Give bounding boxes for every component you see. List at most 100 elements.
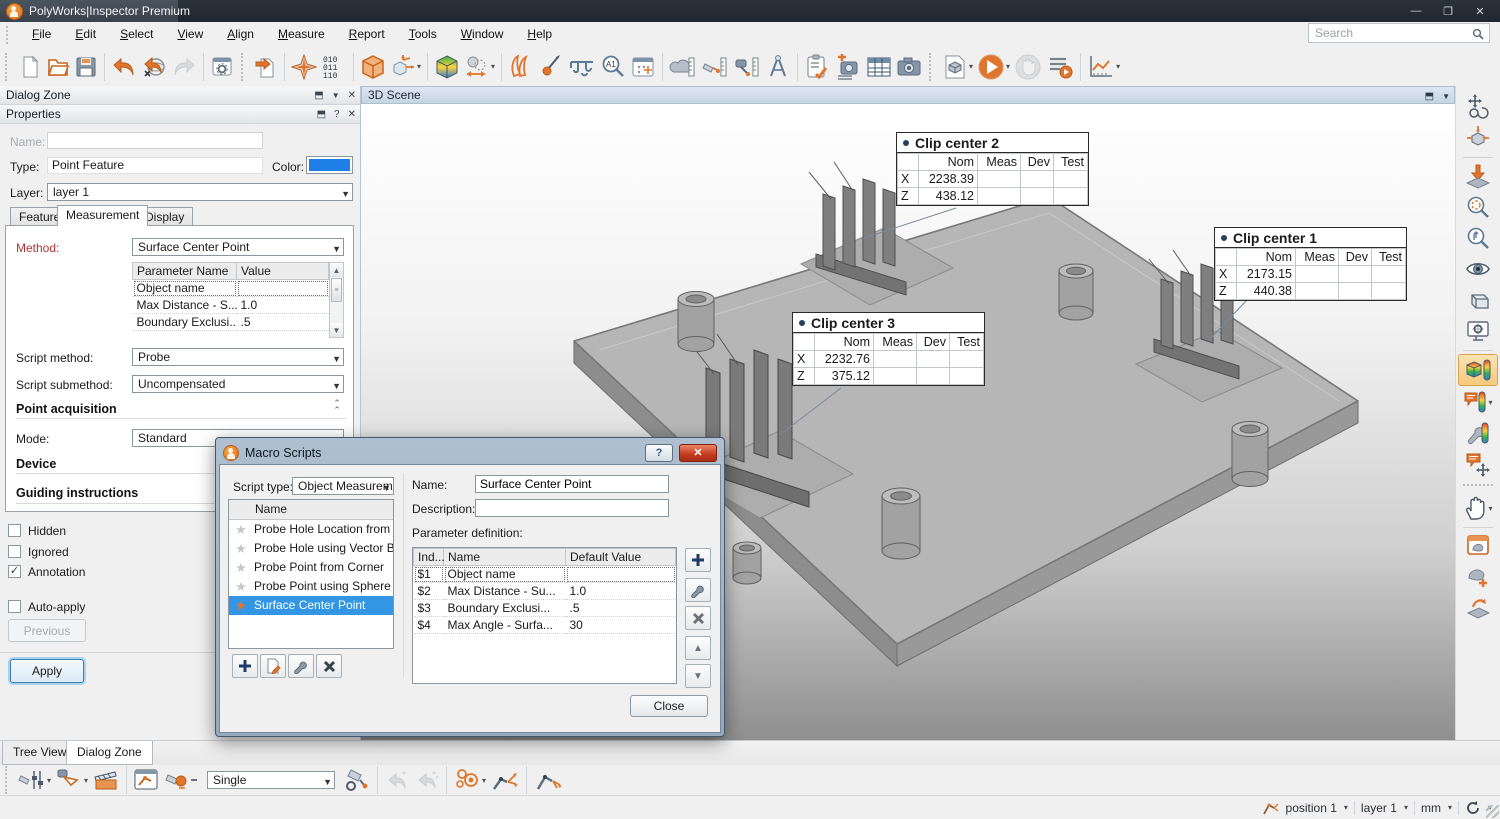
parameter-definition-table[interactable]: Ind...NameDefault Value $1Object name $2… xyxy=(412,547,677,684)
toolbar-grip[interactable] xyxy=(929,53,935,81)
menu-grip[interactable] xyxy=(6,26,12,44)
play-macro-button[interactable]: ▾ xyxy=(975,51,1012,83)
colormap-object-button[interactable] xyxy=(1458,354,1498,386)
script-list[interactable]: Name ★Probe Hole Location from 1 ... ★Pr… xyxy=(228,499,394,649)
chevron-down-icon[interactable]: ▼ xyxy=(341,186,350,201)
favorite-star-icon[interactable]: ★ xyxy=(233,558,249,577)
toolbar-grip[interactable] xyxy=(5,53,11,81)
find-label-button[interactable]: A1 xyxy=(598,51,628,83)
script-type-combobox[interactable]: Object Measuremen▼ xyxy=(292,477,394,495)
redo-button[interactable] xyxy=(169,51,199,83)
table-row[interactable]: $3Boundary Exclusi....5 xyxy=(414,600,676,617)
table-row[interactable]: Object name xyxy=(133,280,329,297)
dropdown-caret-icon[interactable]: ▾ xyxy=(969,62,973,71)
chevron-down-icon[interactable]: ▾ xyxy=(1448,803,1452,812)
project-options-button[interactable] xyxy=(208,51,236,83)
close-button[interactable]: ✕ xyxy=(1464,1,1496,21)
reflector-target-button[interactable]: ▾ xyxy=(53,764,90,796)
chevron-down-icon[interactable]: ▾ xyxy=(1404,803,1408,812)
scene-clapper-button[interactable] xyxy=(90,764,122,796)
edit-parameter-button[interactable] xyxy=(685,578,711,602)
zoom-region-button[interactable] xyxy=(1459,192,1497,222)
visibility-eye-button[interactable] xyxy=(1459,254,1497,284)
probe-macro-gear-button[interactable] xyxy=(341,764,373,796)
help-icon[interactable]: ? xyxy=(334,109,340,120)
resize-grip[interactable] xyxy=(1486,805,1499,818)
close-button[interactable]: Close xyxy=(630,695,708,717)
annotation-clip-center-2[interactable]: Clip center 2 NomMeasDevTest X2238.39 Z4… xyxy=(896,132,1089,206)
favorite-star-icon[interactable]: ★ xyxy=(233,520,249,539)
close-icon[interactable]: ✕ xyxy=(348,90,356,101)
surface-add-button[interactable] xyxy=(1459,562,1497,592)
scroll-up-icon[interactable]: ▲ xyxy=(330,263,343,277)
chevron-down-icon[interactable]: ▾ xyxy=(1344,803,1348,812)
new-script-button[interactable] xyxy=(260,654,286,678)
open-project-button[interactable] xyxy=(44,51,72,83)
menu-align[interactable]: Align xyxy=(215,22,266,47)
macro-list-button[interactable] xyxy=(1044,51,1076,83)
report-document-button[interactable]: ▾ xyxy=(940,51,975,83)
stop-macro-button[interactable] xyxy=(1012,51,1044,83)
center-object-button[interactable] xyxy=(1459,123,1497,153)
dialog-zone-header[interactable]: Dialog Zone ⬒ ▼ ✕ xyxy=(0,86,360,105)
align-axes-button[interactable]: ▾ xyxy=(388,51,423,83)
properties-header[interactable]: Properties ⬒ ? ✕ xyxy=(0,105,360,124)
search-icon[interactable] xyxy=(1472,28,1484,40)
robot-arm-play-button[interactable] xyxy=(531,764,565,796)
table-scrollbar[interactable]: ▲ ≡ ▼ xyxy=(329,262,344,338)
edit-script-button[interactable] xyxy=(288,654,314,678)
script-list-item[interactable]: ★Probe Point using Sphere F... xyxy=(229,577,393,596)
tab-dialog-zone[interactable]: Dialog Zone xyxy=(66,741,153,765)
script-list-item[interactable]: ★Probe Point from Corner xyxy=(229,558,393,577)
chevron-down-icon[interactable]: ▼ xyxy=(382,480,391,495)
annotation-move-button[interactable] xyxy=(1459,449,1497,479)
probe-mode-combobox[interactable]: Single▼ xyxy=(207,771,335,789)
dropdown-caret-icon[interactable]: ▾ xyxy=(47,776,51,785)
tab-measurement[interactable]: Measurement xyxy=(57,205,148,226)
scrollbar-thumb[interactable]: ≡ xyxy=(331,278,342,302)
table-row[interactable]: $1Object name xyxy=(414,566,676,583)
probe-ruler-button[interactable] xyxy=(699,51,731,83)
dropdown-caret-icon[interactable]: ▾ xyxy=(482,776,486,785)
caliper-button[interactable] xyxy=(566,51,598,83)
dropdown-caret-icon[interactable]: ▾ xyxy=(1488,504,1492,513)
restore-button[interactable]: ❐ xyxy=(1432,1,1464,21)
colormap-edit-button[interactable] xyxy=(1459,418,1497,448)
probe-point-button[interactable] xyxy=(536,51,566,83)
refresh-icon[interactable] xyxy=(1465,800,1481,816)
undo-all-button[interactable] xyxy=(139,51,169,83)
status-units[interactable]: mm xyxy=(1421,801,1441,815)
pin-icon[interactable]: ⬒ xyxy=(1425,91,1434,102)
menu-report[interactable]: Report xyxy=(337,22,397,47)
macro-description-input[interactable] xyxy=(475,499,669,517)
robot-arm-paths-button[interactable] xyxy=(488,764,522,796)
previous-button[interactable]: Previous xyxy=(8,619,86,642)
probe-options-button[interactable]: ▾ xyxy=(16,764,53,796)
screen-settings-button[interactable] xyxy=(1459,316,1497,346)
add-parameter-button[interactable] xyxy=(685,548,711,572)
toolbar-grip[interactable] xyxy=(5,766,11,794)
table-row[interactable]: $2Max Distance - Su...1.0 xyxy=(414,583,676,600)
colormap-annotation-button[interactable]: ▾ xyxy=(1459,387,1497,417)
search-input[interactable] xyxy=(1309,26,1489,40)
title-bar[interactable]: PolyWorks|Inspector Premium — ❐ ✕ xyxy=(0,0,1500,22)
method-parameter-table[interactable]: Parameter NameValue Object name Max Dist… xyxy=(132,262,329,331)
window-surface-button[interactable] xyxy=(1459,531,1497,561)
menu-help[interactable]: Help xyxy=(515,22,564,47)
script-list-item[interactable]: ★Probe Hole using Vector Bar xyxy=(229,539,393,558)
project-to-plane-button[interactable] xyxy=(1459,161,1497,191)
favorite-star-icon[interactable]: ★ xyxy=(233,596,249,615)
pin-icon[interactable]: ⬒ xyxy=(317,109,326,120)
menu-select[interactable]: Select xyxy=(108,22,165,47)
chevron-down-icon[interactable]: ▼ xyxy=(332,378,341,393)
compass-divider-button[interactable] xyxy=(763,51,793,83)
point-cloud-button[interactable] xyxy=(667,51,699,83)
dropdown-caret-icon[interactable]: ▾ xyxy=(84,776,88,785)
menu-file[interactable]: File xyxy=(20,22,63,47)
menu-measure[interactable]: Measure xyxy=(266,22,337,47)
chevron-down-icon[interactable]: ▼ xyxy=(332,241,341,256)
menu-view[interactable]: View xyxy=(165,22,215,47)
favorite-star-icon[interactable]: ★ xyxy=(233,577,249,596)
menu-window[interactable]: Window xyxy=(449,22,516,47)
delete-parameter-button[interactable] xyxy=(685,606,711,630)
